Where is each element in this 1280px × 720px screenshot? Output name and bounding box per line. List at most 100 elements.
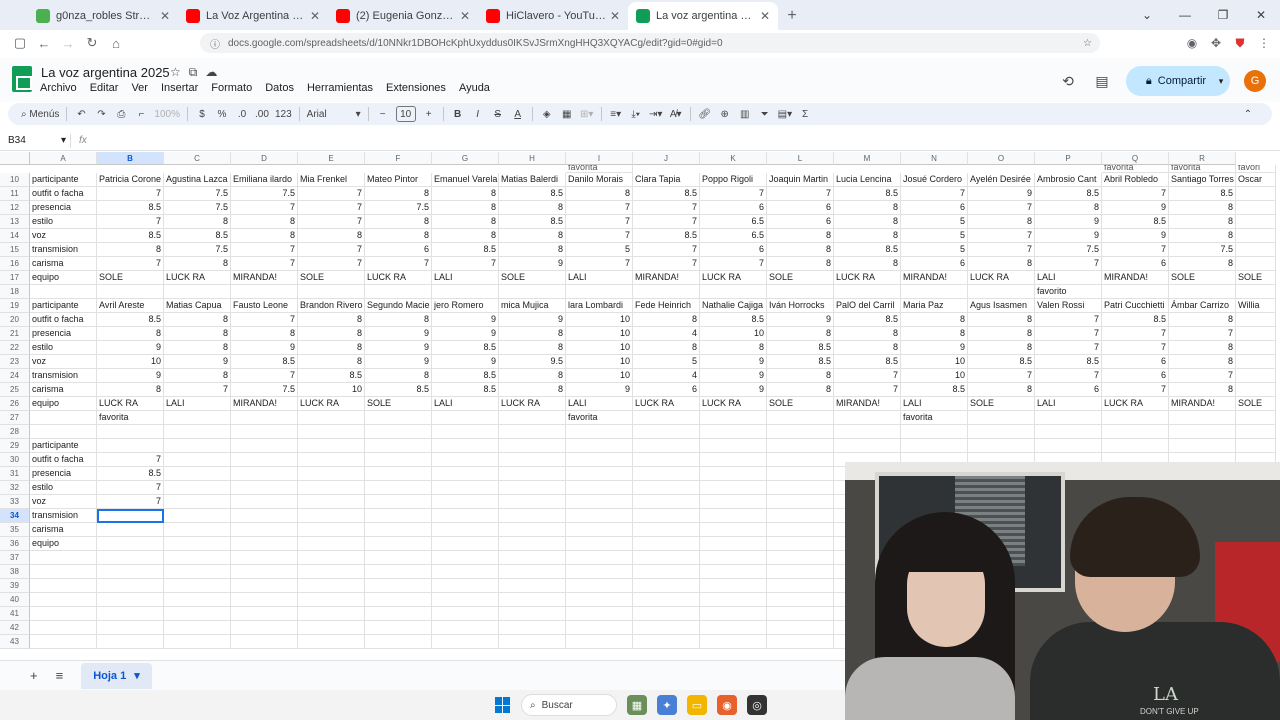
grid-cell[interactable] [767, 439, 834, 453]
grid-cell[interactable]: 8.5 [901, 383, 968, 397]
grid-cell[interactable]: 4 [633, 369, 700, 383]
reload-button[interactable]: ↻ [80, 31, 104, 55]
grid-cell[interactable]: 8 [164, 313, 231, 327]
row-header[interactable]: 28 [0, 425, 30, 439]
row-header[interactable]: 32 [0, 481, 30, 495]
grid-cell[interactable]: 8 [298, 327, 365, 341]
grid-cell[interactable]: LUCK RA [700, 397, 767, 411]
grid-cell[interactable]: 7 [834, 383, 901, 397]
grid-cell[interactable]: 8 [1169, 215, 1236, 229]
grid-cell[interactable]: 10 [700, 327, 767, 341]
grid-cell[interactable]: 8 [1169, 355, 1236, 369]
grid-cell[interactable] [499, 411, 566, 425]
collapse-toolbar-icon[interactable]: ⌃ [1238, 103, 1258, 125]
column-header[interactable]: L [767, 152, 834, 165]
grid-cell[interactable]: 8 [767, 257, 834, 271]
document-title[interactable]: La voz argentina 2025 [41, 65, 170, 80]
grid-cell[interactable]: 8 [365, 369, 432, 383]
column-header[interactable]: M [834, 152, 901, 165]
bold-button[interactable]: B [448, 103, 468, 125]
grid-cell[interactable]: 8 [633, 313, 700, 327]
grid-cell[interactable] [767, 509, 834, 523]
grid-cell[interactable] [499, 537, 566, 551]
grid-cell[interactable]: 8 [767, 243, 834, 257]
grid-cell[interactable] [432, 607, 499, 621]
close-tab-icon[interactable]: ✕ [160, 9, 170, 23]
grid-cell[interactable]: 7 [1102, 383, 1169, 397]
grid-cell[interactable] [700, 551, 767, 565]
grid-cell[interactable] [633, 453, 700, 467]
grid-cell[interactable]: estilo [30, 341, 97, 355]
grid-cell[interactable] [231, 579, 298, 593]
grid-cell[interactable]: 8 [164, 369, 231, 383]
grid-cell[interactable]: 6 [1102, 355, 1169, 369]
profile-icon[interactable]: ◉ [1182, 33, 1202, 53]
grid-cell[interactable] [30, 551, 97, 565]
grid-cell[interactable] [767, 579, 834, 593]
grid-cell[interactable] [365, 551, 432, 565]
grid-cell[interactable]: 9 [164, 355, 231, 369]
browser-tab[interactable]: (2) Eugenia González - "Gloria" ✕ [328, 2, 478, 30]
grid-cell[interactable] [298, 607, 365, 621]
grid-cell[interactable]: carisma [30, 523, 97, 537]
grid-cell[interactable]: 9 [1035, 215, 1102, 229]
grid-cell[interactable]: favori [1236, 165, 1276, 173]
grid-cell[interactable]: 7 [1102, 341, 1169, 355]
grid-cell[interactable]: 8 [499, 383, 566, 397]
grid-cell[interactable]: 9 [231, 341, 298, 355]
grid-cell[interactable] [164, 481, 231, 495]
grid-cell[interactable] [700, 495, 767, 509]
grid-cell[interactable] [432, 565, 499, 579]
grid-cell[interactable] [97, 635, 164, 649]
grid-cell[interactable]: 6 [1035, 383, 1102, 397]
menu-item[interactable]: Editar [90, 80, 125, 96]
grid-cell[interactable]: 9 [365, 355, 432, 369]
grid-cell[interactable] [566, 551, 633, 565]
grid-cell[interactable]: carisma [30, 257, 97, 271]
grid-cell[interactable]: Brandon Rivero [298, 299, 365, 313]
row-header[interactable]: 11 [0, 187, 30, 201]
grid-cell[interactable] [1102, 425, 1169, 439]
grid-cell[interactable]: 8.5 [1035, 355, 1102, 369]
grid-cell[interactable]: 8.5 [499, 187, 566, 201]
grid-cell[interactable] [231, 593, 298, 607]
grid-cell[interactable]: Mateo Pintor [365, 173, 432, 187]
chrome-icon[interactable]: ◎ [747, 695, 767, 715]
grid-cell[interactable]: Segundo Macie [365, 299, 432, 313]
close-tab-icon[interactable]: ✕ [610, 9, 620, 23]
grid-cell[interactable]: 7 [1035, 369, 1102, 383]
grid-cell[interactable]: 8 [968, 215, 1035, 229]
grid-cell[interactable]: 10 [566, 313, 633, 327]
grid-cell[interactable] [633, 593, 700, 607]
row-header[interactable]: 34 [0, 509, 30, 523]
browser-tab[interactable]: HiClavero - YouTube ✕ [478, 2, 628, 30]
vertical-align-icon[interactable]: ⤓▾ [626, 103, 646, 125]
grid-cell[interactable]: 8 [499, 369, 566, 383]
increase-font-size-button[interactable]: + [419, 103, 439, 125]
site-info-icon[interactable]: ⓘ [210, 36, 220, 51]
grid-cell[interactable]: 7 [231, 313, 298, 327]
grid-cell[interactable] [432, 551, 499, 565]
grid-cell[interactable]: jero Romero [432, 299, 499, 313]
grid-cell[interactable]: LALI [432, 397, 499, 411]
grid-cell[interactable] [432, 579, 499, 593]
grid-cell[interactable] [700, 593, 767, 607]
grid-cell[interactable]: 7 [97, 481, 164, 495]
grid-cell[interactable]: 8.5 [834, 187, 901, 201]
new-tab-button[interactable]: + [778, 2, 806, 30]
grid-cell[interactable]: 7 [968, 243, 1035, 257]
history-icon[interactable]: ⟲ [1058, 71, 1078, 91]
row-header[interactable]: 10 [0, 173, 30, 187]
grid-cell[interactable] [499, 635, 566, 649]
grid-cell[interactable]: 7 [1102, 327, 1169, 341]
menu-dots-icon[interactable]: ⋮ [1254, 33, 1274, 53]
grid-cell[interactable]: 8 [432, 215, 499, 229]
grid-cell[interactable] [767, 495, 834, 509]
grid-cell[interactable]: 8 [499, 201, 566, 215]
row-header[interactable]: 12 [0, 201, 30, 215]
grid-cell[interactable] [499, 467, 566, 481]
grid-cell[interactable]: 8.5 [432, 383, 499, 397]
grid-cell[interactable] [365, 411, 432, 425]
fill-color-icon[interactable]: ◈ [537, 103, 557, 125]
grid-cell[interactable]: SOLE [767, 271, 834, 285]
